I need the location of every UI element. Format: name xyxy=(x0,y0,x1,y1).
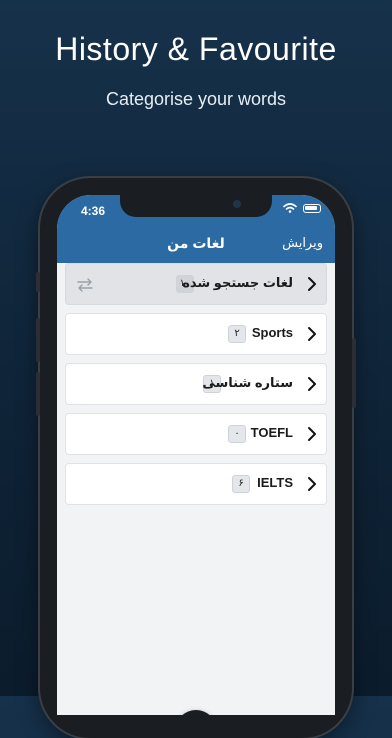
status-icons xyxy=(283,203,321,213)
phone-mute-button xyxy=(36,272,40,292)
promo-subline: Categorise your words xyxy=(105,89,287,109)
chevron-right-icon xyxy=(308,327,316,341)
list-item-searched-words[interactable]: ۱۰ لغات جستجو شده xyxy=(65,263,327,305)
list-item-label: IELTS xyxy=(257,475,293,490)
chevron-right-icon xyxy=(308,477,316,491)
phone-volume-up-button xyxy=(36,318,40,362)
list-count-badge: ۶ xyxy=(232,475,250,493)
navigation-bar: 4:36 لغات من ویرایش xyxy=(57,195,335,263)
list-item-toefl[interactable]: ۰ TOEFL xyxy=(65,413,327,455)
phone-volume-down-button xyxy=(36,372,40,416)
list-count-badge: ۰ xyxy=(228,425,246,443)
list-item-sports[interactable]: ۲ Sports xyxy=(65,313,327,355)
list-item-label: ستاره شناسی xyxy=(202,375,293,390)
list-item-ielts[interactable]: ۶ IELTS xyxy=(65,463,327,505)
add-list-button[interactable] xyxy=(175,710,217,715)
edit-button[interactable]: ویرایش xyxy=(282,235,323,251)
list-item-label: TOEFL xyxy=(250,425,293,440)
chevron-right-icon xyxy=(308,427,316,441)
camera-icon xyxy=(233,200,241,208)
phone-power-button xyxy=(352,338,356,408)
list-count-badge: ۲ xyxy=(228,325,246,343)
chevron-right-icon xyxy=(308,277,316,291)
list-item-label: لغات جستجو شده xyxy=(182,275,293,290)
phone-notch xyxy=(120,195,272,217)
chevron-right-icon xyxy=(308,377,316,391)
wifi-icon xyxy=(283,203,297,213)
promo-headline: History & Favourite xyxy=(55,31,337,67)
word-lists: ۱۰ لغات جستجو شده ۲ Sports ۱ ستاره شناسی… xyxy=(57,263,335,715)
phone-screen: 4:36 لغات من ویرایش ۱۰ لغات جستجو شده ۲ … xyxy=(57,195,335,715)
list-item-astronomy[interactable]: ۱ ستاره شناسی xyxy=(65,363,327,405)
list-item-label: Sports xyxy=(251,325,293,340)
swap-arrows-icon[interactable] xyxy=(76,277,94,293)
battery-icon xyxy=(303,203,321,213)
status-time: 4:36 xyxy=(81,204,106,218)
